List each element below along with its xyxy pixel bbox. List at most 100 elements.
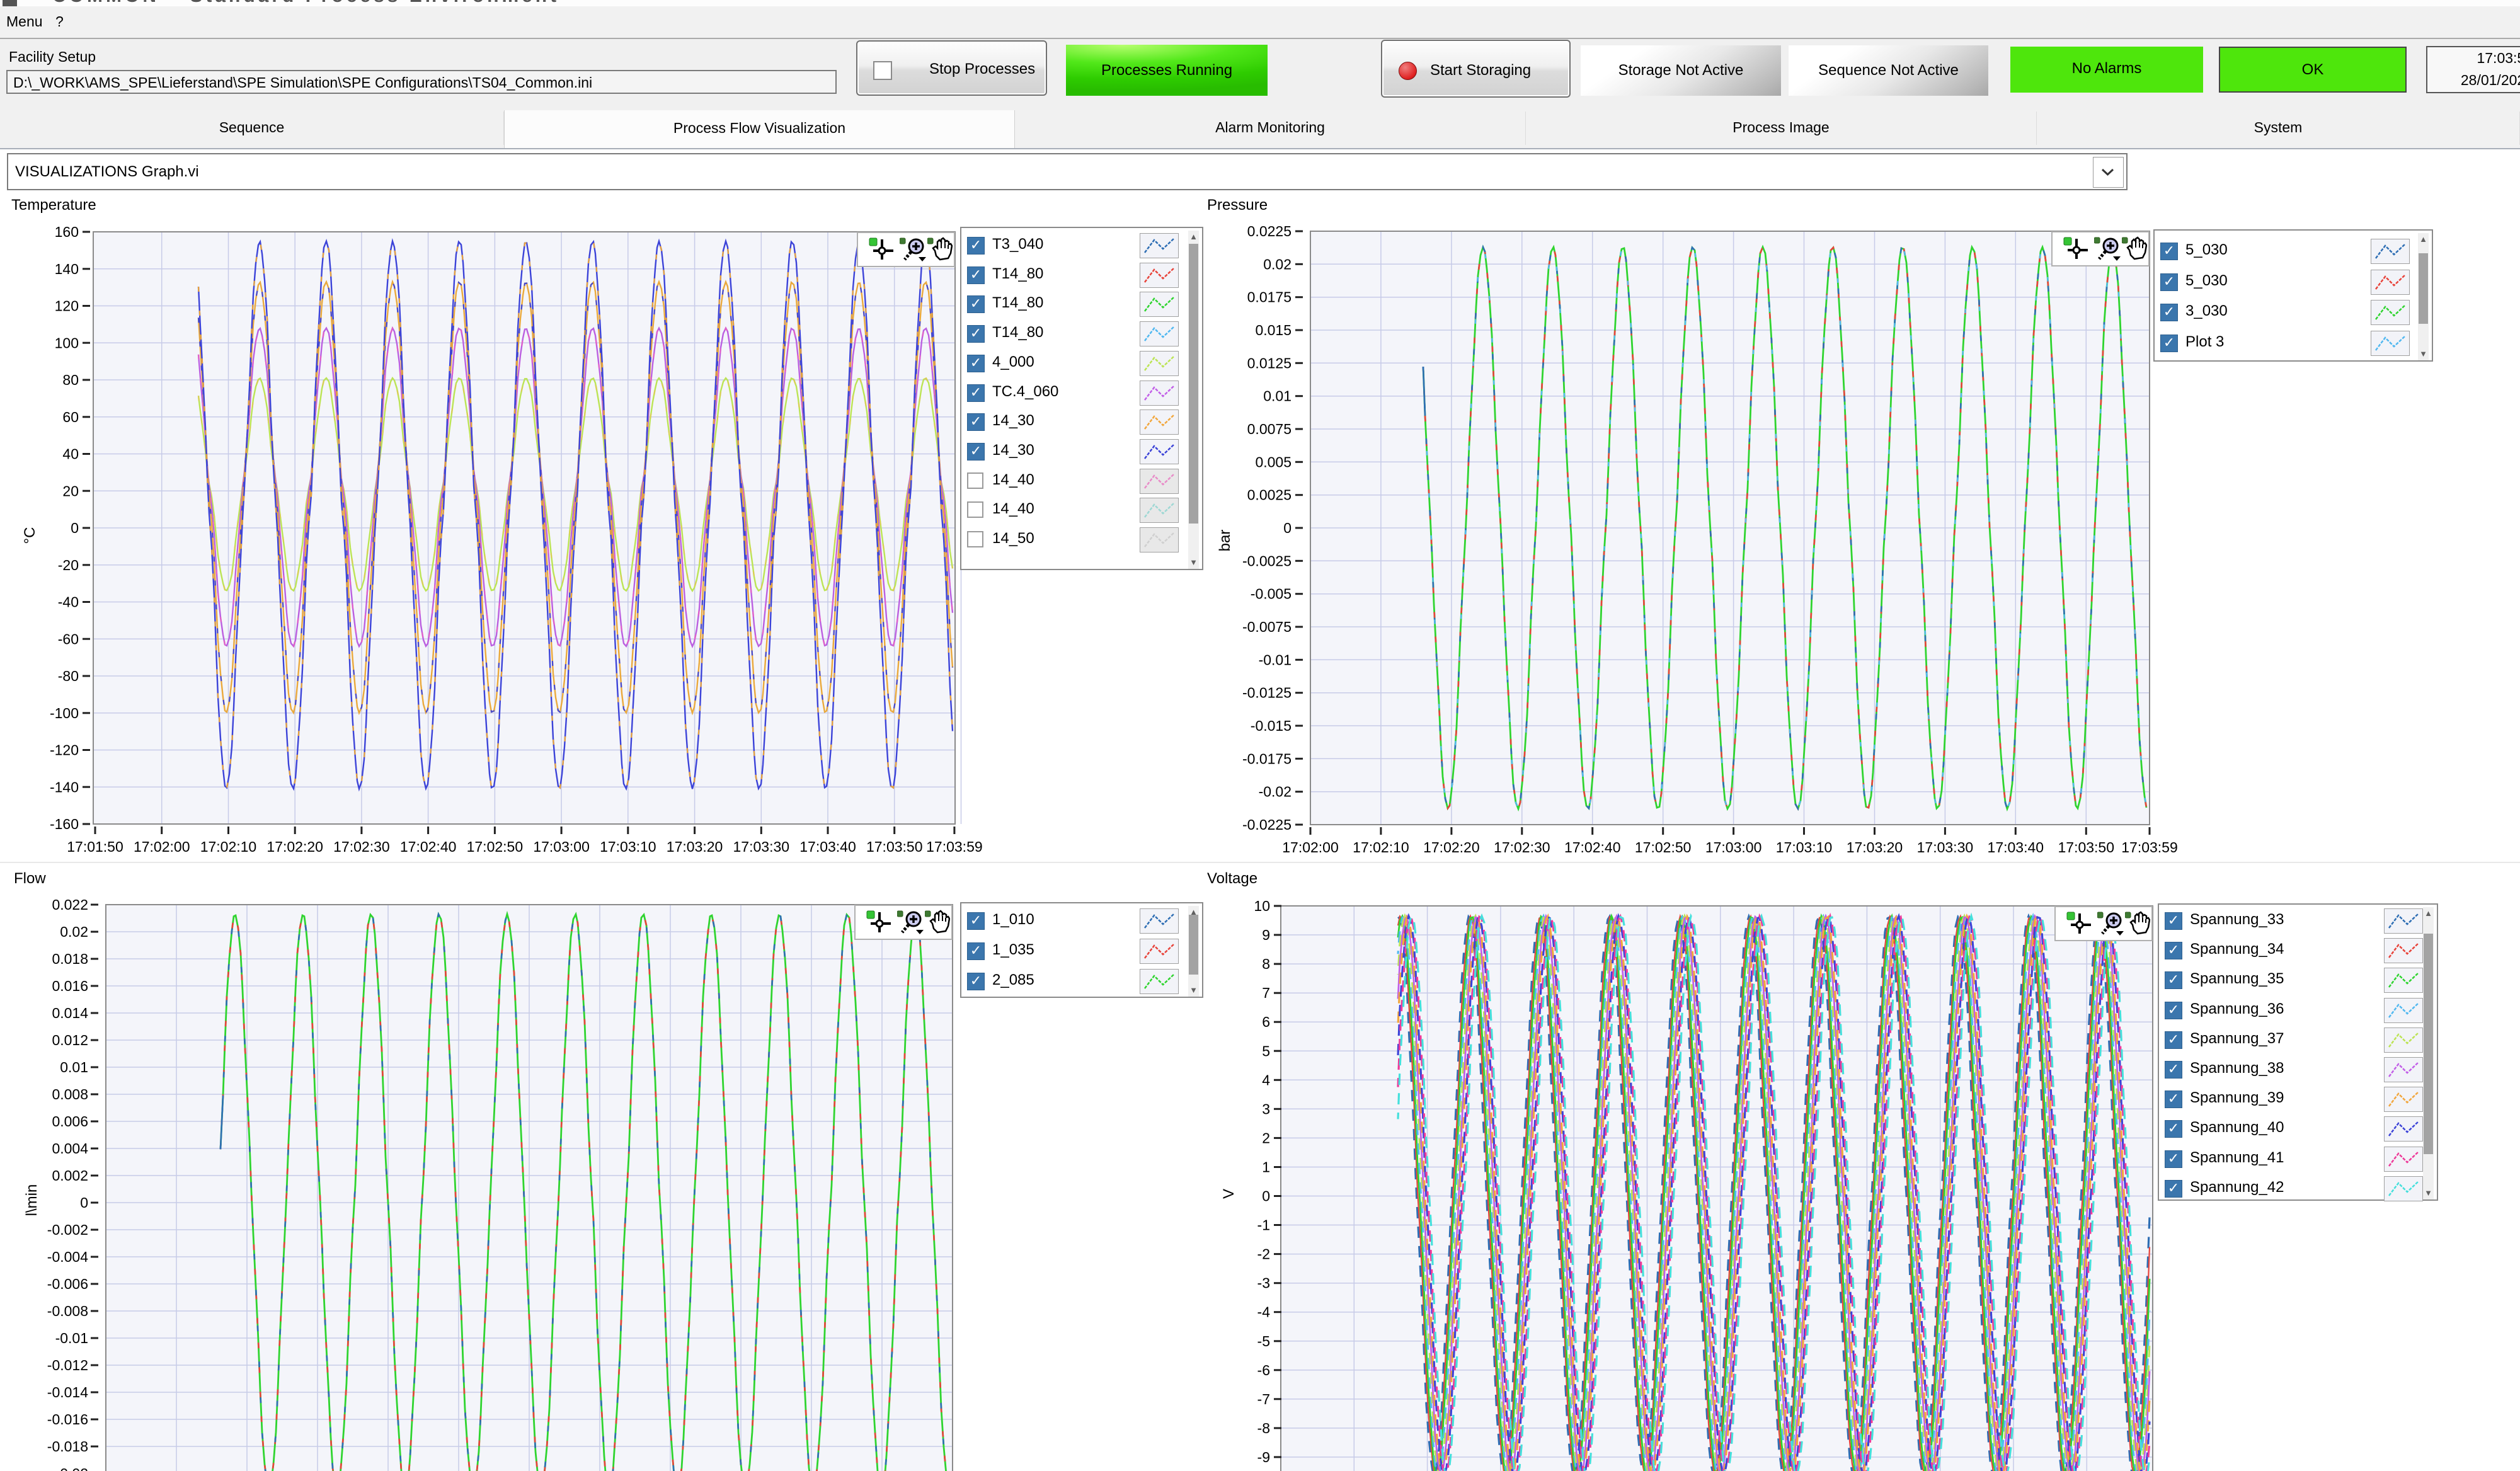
- svg-text:6: 6: [1262, 1014, 1270, 1030]
- svg-text:-9: -9: [1257, 1449, 1270, 1465]
- svg-text:0.01: 0.01: [60, 1059, 88, 1075]
- svg-text:-20: -20: [58, 557, 79, 573]
- svg-text:5: 5: [1262, 1043, 1270, 1059]
- svg-text:8: 8: [1262, 956, 1270, 972]
- svg-text:17:03:00: 17:03:00: [1705, 839, 1762, 856]
- svg-text:0.02: 0.02: [60, 924, 88, 940]
- svg-text:-6: -6: [1257, 1362, 1270, 1378]
- svg-text:-7: -7: [1257, 1391, 1270, 1407]
- svg-text:0.01: 0.01: [1263, 388, 1292, 404]
- svg-text:17:03:30: 17:03:30: [1917, 839, 1974, 856]
- svg-text:-5: -5: [1257, 1333, 1270, 1349]
- svg-text:0.014: 0.014: [52, 1005, 88, 1021]
- svg-text:0.0175: 0.0175: [1247, 289, 1292, 306]
- svg-text:0.0075: 0.0075: [1247, 421, 1292, 437]
- svg-text:-0.006: -0.006: [47, 1276, 88, 1292]
- svg-text:0: 0: [71, 520, 79, 536]
- svg-text:-0.0175: -0.0175: [1242, 750, 1292, 767]
- svg-text:-0.0125: -0.0125: [1242, 685, 1292, 701]
- svg-text:17:02:10: 17:02:10: [1353, 839, 1409, 856]
- svg-text:0.015: 0.015: [1255, 322, 1292, 338]
- svg-text:-0.014: -0.014: [47, 1384, 88, 1400]
- svg-text:17:01:50: 17:01:50: [67, 839, 123, 855]
- svg-text:0.02: 0.02: [1263, 256, 1292, 272]
- svg-text:0.006: 0.006: [52, 1113, 88, 1130]
- svg-text:-3: -3: [1257, 1275, 1270, 1291]
- svg-text:7: 7: [1262, 985, 1270, 1001]
- svg-text:17:03:50: 17:03:50: [866, 839, 923, 855]
- svg-text:-100: -100: [50, 705, 79, 721]
- svg-text:-0.012: -0.012: [47, 1357, 88, 1373]
- svg-text:-0.004: -0.004: [47, 1249, 88, 1265]
- svg-text:0.012: 0.012: [52, 1032, 88, 1048]
- svg-text:80: 80: [62, 372, 79, 388]
- svg-text:-0.002: -0.002: [47, 1222, 88, 1238]
- svg-text:17:02:30: 17:02:30: [1494, 839, 1550, 856]
- svg-text:17:02:10: 17:02:10: [200, 839, 257, 855]
- svg-text:17:02:20: 17:02:20: [1423, 839, 1480, 856]
- svg-text:-0.015: -0.015: [1251, 718, 1292, 734]
- svg-text:bar: bar: [1217, 530, 1234, 552]
- svg-text:1: 1: [1262, 1159, 1270, 1175]
- svg-text:0.0125: 0.0125: [1247, 355, 1292, 371]
- svg-text:-4: -4: [1257, 1304, 1271, 1320]
- svg-text:-8: -8: [1257, 1420, 1270, 1436]
- svg-text:17:03:59: 17:03:59: [926, 839, 983, 855]
- svg-text:4: 4: [1262, 1072, 1270, 1088]
- svg-text:9: 9: [1262, 927, 1270, 943]
- svg-text:-40: -40: [58, 594, 79, 610]
- svg-text:140: 140: [55, 261, 79, 277]
- svg-text:17:02:50: 17:02:50: [1635, 839, 1692, 856]
- svg-text:-120: -120: [50, 742, 79, 758]
- svg-text:100: 100: [55, 335, 79, 351]
- svg-text:0: 0: [80, 1194, 88, 1211]
- svg-text:120: 120: [55, 298, 79, 314]
- svg-text:2: 2: [1262, 1130, 1270, 1146]
- svg-text:-60: -60: [58, 631, 79, 647]
- svg-text:0: 0: [1283, 520, 1292, 536]
- svg-text:17:03:20: 17:03:20: [667, 839, 723, 855]
- svg-text:3: 3: [1262, 1101, 1270, 1117]
- svg-text:17:03:40: 17:03:40: [1988, 839, 2044, 856]
- svg-text:17:03:10: 17:03:10: [600, 839, 656, 855]
- svg-text:17:03:50: 17:03:50: [2058, 839, 2114, 856]
- svg-text:17:02:40: 17:02:40: [1564, 839, 1621, 856]
- svg-text:17:03:20: 17:03:20: [1847, 839, 1903, 856]
- svg-text:0.002: 0.002: [52, 1167, 88, 1184]
- svg-text:17:02:50: 17:02:50: [467, 839, 524, 855]
- svg-text:17:02:30: 17:02:30: [333, 839, 390, 855]
- svg-text:l\min: l\min: [23, 1184, 40, 1216]
- svg-text:-0.016: -0.016: [47, 1411, 88, 1428]
- svg-text:-0.02: -0.02: [55, 1465, 88, 1471]
- svg-text:-0.008: -0.008: [47, 1303, 88, 1319]
- svg-text:0.016: 0.016: [52, 978, 88, 994]
- svg-text:V: V: [1220, 1189, 1237, 1199]
- svg-text:17:03:10: 17:03:10: [1776, 839, 1833, 856]
- svg-text:10: 10: [1254, 898, 1270, 914]
- svg-text:17:03:40: 17:03:40: [799, 839, 856, 855]
- svg-text:17:02:20: 17:02:20: [266, 839, 323, 855]
- svg-text:60: 60: [62, 409, 79, 425]
- svg-text:°C: °C: [21, 527, 38, 544]
- svg-text:0.004: 0.004: [52, 1140, 88, 1157]
- svg-text:-0.018: -0.018: [47, 1438, 88, 1455]
- svg-text:-0.0025: -0.0025: [1242, 552, 1292, 569]
- svg-text:-0.01: -0.01: [55, 1330, 88, 1346]
- svg-text:-80: -80: [58, 668, 79, 684]
- svg-text:-2: -2: [1257, 1246, 1270, 1262]
- svg-text:17:03:00: 17:03:00: [533, 839, 590, 855]
- svg-text:0.0025: 0.0025: [1247, 487, 1292, 503]
- svg-text:-0.01: -0.01: [1259, 651, 1292, 668]
- svg-text:0.018: 0.018: [52, 951, 88, 967]
- svg-text:0.0225: 0.0225: [1247, 223, 1292, 239]
- svg-text:0.022: 0.022: [52, 896, 88, 913]
- svg-text:-0.0075: -0.0075: [1242, 619, 1292, 635]
- svg-text:17:03:30: 17:03:30: [733, 839, 790, 855]
- svg-text:-160: -160: [50, 816, 79, 832]
- svg-text:17:02:40: 17:02:40: [400, 839, 457, 855]
- svg-text:-1: -1: [1257, 1217, 1270, 1233]
- svg-text:0.005: 0.005: [1255, 454, 1292, 470]
- svg-text:160: 160: [55, 224, 79, 240]
- svg-text:17:02:00: 17:02:00: [1282, 839, 1339, 856]
- svg-text:-140: -140: [50, 779, 79, 795]
